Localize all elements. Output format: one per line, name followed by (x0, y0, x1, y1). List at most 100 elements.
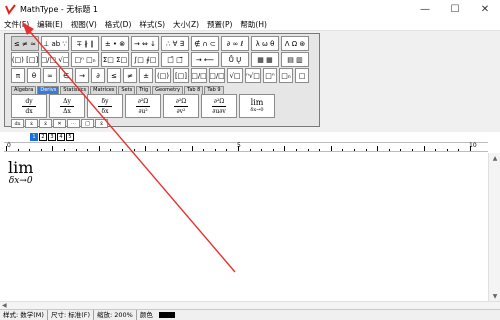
vertical-scrollbar[interactable]: ▲ ▼ (488, 153, 500, 301)
tab-derivs[interactable]: Derivs (37, 86, 60, 94)
tab-geometry[interactable]: Geometry (152, 86, 184, 94)
menu-file[interactable]: 文件(F) (0, 18, 33, 31)
partial-symbol-button[interactable]: ∂ (91, 68, 105, 83)
tab-sets[interactable]: Sets (118, 86, 136, 94)
equation-limit[interactable]: lim δx→0 (8, 160, 33, 187)
menu-view[interactable]: 视图(V) (67, 18, 101, 31)
template-denominator: Δx (63, 107, 71, 115)
matrix-templates-button[interactable]: ▦ ▦ (251, 52, 279, 67)
size-option-2[interactable]: 2 (39, 133, 47, 141)
infinity-symbol-button[interactable]: ∞ (43, 68, 57, 83)
dx-template-button[interactable]: dx (11, 119, 24, 128)
parentheses-template-button[interactable]: (□) (155, 68, 171, 83)
tab-8[interactable]: Tab 8 (184, 86, 204, 94)
delta-y-delta-x-template-button[interactable]: Δy Δx (49, 94, 85, 118)
size-option-1[interactable]: 1 (30, 133, 38, 141)
mixed-partial-template-button[interactable]: ∂²Ω ∂u∂v (201, 94, 237, 118)
menu-edit[interactable]: 编辑(E) (33, 18, 67, 31)
small-delta-template-button[interactable]: δy δx (87, 94, 123, 118)
ruler-tick (98, 146, 100, 151)
tab-algebra[interactable]: Algebra (11, 86, 37, 94)
not-equal-symbol-button[interactable]: ≠ (123, 68, 137, 83)
greek-lower-palette-button[interactable]: λ ω θ (251, 36, 279, 51)
spaces-palette-button[interactable]: ⊥ ab ∵ (41, 36, 69, 51)
less-equal-symbol-button[interactable]: ≤ (107, 68, 121, 83)
dy-dx-template-button[interactable]: dy dx (11, 94, 47, 118)
template-numerator: ∂²Ω (137, 97, 149, 105)
script-templates-button[interactable]: □ⁿ □ₙ (71, 52, 99, 67)
ruler-tick (458, 149, 460, 151)
color-swatch (158, 312, 175, 318)
pi-symbol-button[interactable]: π (11, 68, 25, 83)
close-button[interactable]: ✕ (470, 0, 500, 18)
tab-trig[interactable]: Trig (136, 86, 152, 94)
embellishments-palette-button[interactable]: ∓ ∦ ∥ (71, 36, 99, 51)
xbar-template-button[interactable]: x̄ (95, 119, 108, 128)
tab-statistics[interactable]: Statistics (60, 86, 90, 94)
template-denominator: ∂u∂v (212, 107, 226, 115)
box-templates-button[interactable]: ▤ ▥ (281, 52, 309, 67)
operators-palette-button[interactable]: ± • ⊗ (101, 36, 129, 51)
maximize-button[interactable]: ☐ (440, 0, 470, 18)
ellipsis-template-button[interactable]: ⋯ (67, 119, 80, 128)
scroll-up-icon[interactable]: ▲ (489, 153, 500, 163)
menu-style[interactable]: 样式(S) (135, 18, 169, 31)
arrows-palette-button[interactable]: → ⇔ ↓ (131, 36, 159, 51)
menu-size[interactable]: 大小(Z) (169, 18, 203, 31)
dot-template-button[interactable]: ẋ (25, 119, 38, 128)
ruler[interactable]: 0 5 10 (4, 142, 488, 152)
double-dot-template-button[interactable]: ẍ (39, 119, 52, 128)
sets-palette-button[interactable]: ∉ ∩ ⊂ (191, 36, 219, 51)
window-title: MathType - 无标题 1 (20, 4, 98, 14)
ruler-tick (17, 149, 19, 151)
ruler-tick (412, 149, 413, 151)
right-arrow-symbol-button[interactable]: → (75, 68, 89, 83)
superscript-template-button[interactable]: □ⁿ (263, 68, 277, 83)
greek-upper-palette-button[interactable]: Λ Ω ⊛ (281, 36, 309, 51)
status-color-label: 颜色 (139, 311, 153, 319)
summation-templates-button[interactable]: Σ□ Σ□ (101, 52, 129, 67)
ruler-tick (168, 149, 170, 151)
second-partial-v-template-button[interactable]: ∂²Ω ∂v² (163, 94, 199, 118)
overbar-box-template-button[interactable]: □̄ (81, 119, 94, 128)
theta-symbol-button[interactable]: θ (27, 68, 41, 83)
size-option-3[interactable]: 3 (48, 133, 56, 141)
ruler-tick (226, 149, 228, 151)
relations-palette-button[interactable]: ≤ ≠ ≈ (11, 36, 39, 51)
plus-minus-symbol-button[interactable]: ± (139, 68, 153, 83)
logic-palette-button[interactable]: ∴ ∀ ∃ (161, 36, 189, 51)
ruler-tick (284, 146, 286, 151)
misc-palette-button[interactable]: ∂ ∞ ℓ (221, 36, 249, 51)
subscript-template-button[interactable]: □ₙ (279, 68, 293, 83)
fraction-template-button[interactable]: □/□ (191, 68, 207, 83)
tab-9[interactable]: Tab 9 (204, 86, 224, 94)
element-of-symbol-button[interactable]: ∈ (59, 68, 73, 83)
labeled-arrow-templates-button[interactable]: → ⟵ (191, 52, 219, 67)
menu-help[interactable]: 帮助(H) (236, 18, 271, 31)
ruler-tick (261, 149, 263, 151)
fraction-templates-button[interactable]: □/□ √□ (41, 52, 69, 67)
products-templates-button[interactable]: Ů Ų (221, 52, 249, 67)
second-partial-u-template-button[interactable]: ∂²Ω ∂u² (125, 94, 161, 118)
bar-templates-button[interactable]: □̄ □⃗ (161, 52, 189, 67)
scroll-down-icon[interactable]: ▼ (489, 291, 500, 301)
fence-templates-button[interactable]: (□) [□] (11, 52, 39, 67)
size-option-4[interactable]: 4 (57, 133, 65, 141)
menu-format[interactable]: 格式(D) (101, 18, 136, 31)
small-fraction-template-button[interactable]: □/□ (209, 68, 225, 83)
limit-template-button[interactable]: lim δx→0 (239, 94, 275, 118)
square-root-template-button[interactable]: √□ (227, 68, 243, 83)
nth-root-template-button[interactable]: ⁿ√□ (245, 68, 261, 83)
equation-editor[interactable]: lim δx→0 (0, 153, 488, 301)
brackets-template-button[interactable]: [□] (173, 68, 189, 83)
tab-matrices[interactable]: Matrices (90, 86, 118, 94)
derivative-templates: dy dx Δy Δx δy δx ∂²Ω ∂u² ∂²Ω ∂v² ∂²Ω ∂u… (11, 94, 277, 118)
size-option-5[interactable]: 5 (66, 133, 74, 141)
cross-template-button[interactable]: ✕ (53, 119, 66, 128)
ruler-tick (191, 146, 193, 151)
menu-preferences[interactable]: 预置(P) (203, 18, 236, 31)
integral-templates-button[interactable]: ∫□ ∮□ (131, 52, 159, 67)
box-template-button[interactable]: □ (295, 68, 309, 83)
minimize-button[interactable]: — (410, 0, 440, 18)
horizontal-scrollbar[interactable]: ◀ (0, 301, 500, 309)
